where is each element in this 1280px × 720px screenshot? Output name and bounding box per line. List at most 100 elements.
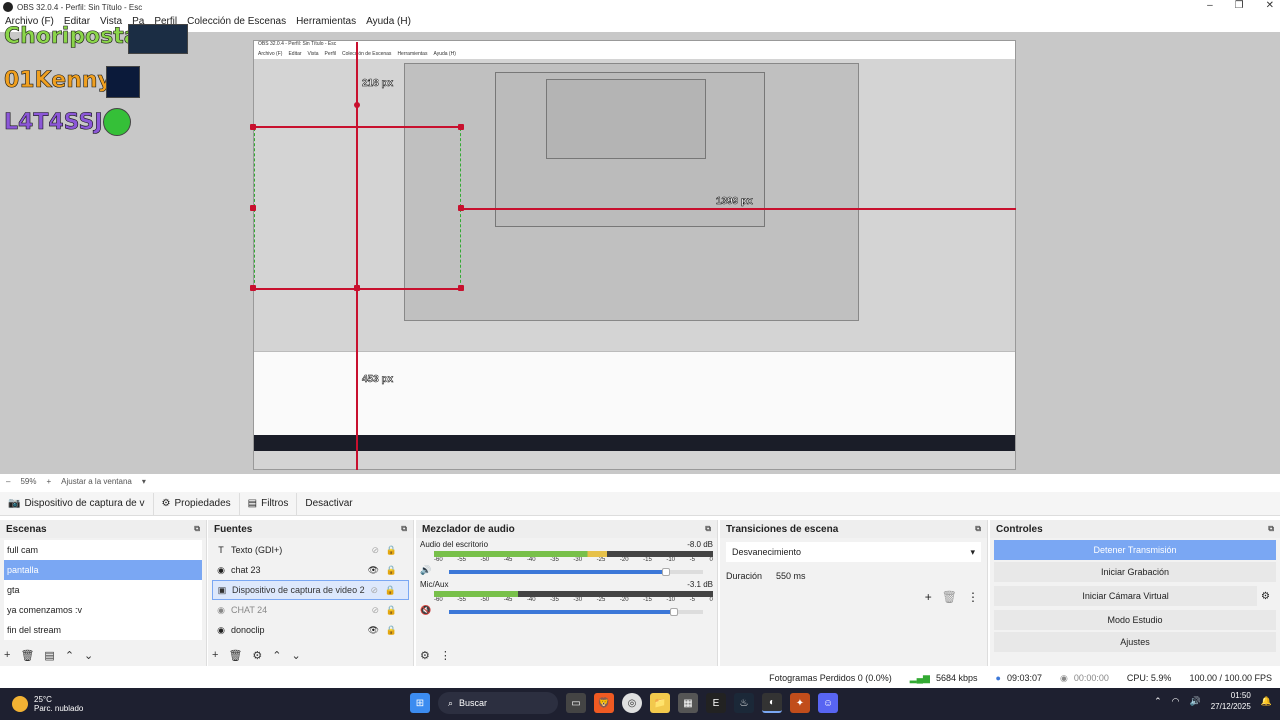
lock-icon[interactable]: 🔒 — [386, 545, 397, 556]
source-item[interactable]: ▣ Dispositivo de captura de video 2 ⊘ 🔒 — [212, 580, 409, 600]
resize-handle[interactable] — [458, 285, 464, 291]
popout-icon[interactable]: ⧉ — [401, 524, 407, 534]
resize-handle[interactable] — [458, 205, 464, 211]
mixer-settings-icon[interactable]: ⚙ — [420, 649, 430, 662]
stop-stream-button[interactable]: Detener Transmisión — [994, 540, 1276, 560]
avatar — [128, 24, 188, 54]
chrome-icon[interactable]: ◎ — [622, 693, 642, 713]
menu-tools[interactable]: Herramientas — [291, 16, 361, 32]
taskbar-search[interactable]: ⌕ Buscar — [438, 692, 558, 714]
clock[interactable]: 01:50 27/12/2025 — [1211, 690, 1251, 712]
scene-item[interactable]: ya comenzamos :v — [4, 600, 202, 620]
studio-mode-button[interactable]: Modo Estudio — [994, 610, 1276, 630]
move-up-icon[interactable]: ⌃ — [272, 649, 281, 662]
steam-icon[interactable]: ♨ — [734, 693, 754, 713]
popout-icon[interactable]: ⧉ — [975, 524, 981, 534]
eye-icon[interactable]: 👁 — [368, 625, 379, 636]
eye-icon[interactable]: 👁 — [368, 565, 379, 576]
scene-item[interactable]: pantalla — [4, 560, 202, 580]
menu-scene-collection[interactable]: Colección de Escenas — [182, 16, 291, 32]
browser-icon: ◉ — [217, 564, 225, 575]
weather-widget[interactable]: 25°C Parc. nublado — [0, 695, 83, 713]
add-icon[interactable]: + — [925, 590, 932, 604]
wifi-icon[interactable]: ◠ — [1172, 696, 1180, 707]
store-icon[interactable]: ▦ — [678, 693, 698, 713]
source-item[interactable]: ◉ donoclip 👁 🔒 — [212, 620, 409, 640]
popout-icon[interactable]: ⧉ — [1268, 524, 1274, 534]
trash-icon[interactable]: 🗑 — [942, 590, 957, 604]
move-down-icon[interactable]: ⌄ — [292, 649, 301, 662]
move-down-icon[interactable]: ⌄ — [84, 649, 93, 662]
hidden-eye-icon[interactable]: ⊘ — [371, 545, 379, 556]
settings-button[interactable]: Ajustes — [994, 632, 1276, 652]
trash-icon[interactable]: 🗑 — [20, 649, 34, 662]
fit-window-label[interactable]: Ajustar a la ventana — [61, 477, 132, 486]
chevron-up-icon[interactable]: ⌃ — [1154, 696, 1162, 707]
properties-button[interactable]: ⚙ Propiedades — [152, 492, 239, 515]
zoom-out-button[interactable]: – — [6, 477, 10, 486]
add-icon[interactable]: + — [212, 649, 218, 662]
lock-icon[interactable]: 🔒 — [386, 565, 397, 576]
obs-icon[interactable]: ◐ — [762, 693, 782, 713]
source-item[interactable]: T Texto (GDI+) ⊘ 🔒 — [212, 540, 409, 560]
zoom-dropdown-icon[interactable]: ▾ — [142, 477, 146, 486]
windows-start-icon[interactable]: ⊞ — [410, 693, 430, 713]
filters-icon[interactable]: ▤ — [44, 649, 54, 662]
volume-slider[interactable] — [449, 568, 703, 576]
more-icon[interactable]: ⋮ — [440, 649, 451, 662]
resize-handle[interactable] — [250, 205, 256, 211]
scene-item[interactable]: gta — [4, 580, 202, 600]
notification-icon[interactable]: 🔔 — [1261, 696, 1272, 707]
brave-icon[interactable]: 🦁 — [594, 693, 614, 713]
source-item[interactable]: ◉ chat 23 👁 🔒 — [212, 560, 409, 580]
epic-games-icon[interactable]: E — [706, 693, 726, 713]
maximize-button[interactable]: ❐ — [1235, 0, 1244, 11]
zoom-in-button[interactable]: + — [46, 477, 51, 486]
recursive-preview — [546, 79, 706, 159]
gear-icon[interactable]: ⚙ — [252, 649, 262, 662]
resize-handle[interactable] — [250, 124, 256, 130]
duration-field[interactable]: 550 ms — [776, 571, 806, 581]
resize-handle[interactable] — [250, 285, 256, 291]
task-view-icon[interactable]: ▭ — [566, 693, 586, 713]
resize-handle[interactable] — [458, 124, 464, 130]
file-explorer-icon[interactable]: 📁 — [650, 693, 670, 713]
scene-item[interactable]: fin del stream — [4, 620, 202, 640]
resize-handle[interactable] — [354, 285, 360, 291]
deactivate-button[interactable]: Desactivar — [296, 492, 360, 515]
muted-speaker-icon[interactable]: 🔇 — [420, 605, 431, 616]
add-icon[interactable]: + — [4, 649, 10, 662]
trash-icon[interactable]: 🗑 — [228, 649, 242, 662]
hidden-eye-icon[interactable]: ⊘ — [370, 585, 378, 596]
scene-item[interactable]: full cam — [4, 540, 202, 560]
lock-icon[interactable]: 🔒 — [386, 625, 397, 636]
preview-canvas[interactable]: Choriposta: 01Kenny: L4T4SSJ: OBS 32.0.4… — [0, 24, 1280, 474]
app-icon[interactable]: ✦ — [790, 693, 810, 713]
lock-icon[interactable]: 🔒 — [386, 605, 397, 616]
popout-icon[interactable]: ⧉ — [194, 524, 200, 534]
move-up-icon[interactable]: ⌃ — [65, 649, 74, 662]
popout-icon[interactable]: ⧉ — [705, 524, 711, 534]
embedded-title: OBS 32.0.4 - Perfil: Sin Título - Esc — [254, 41, 1015, 51]
transition-select[interactable]: Desvanecimiento ▾ — [726, 542, 981, 562]
embedded-taskbar — [254, 435, 1015, 451]
volume-slider[interactable] — [449, 608, 703, 616]
filters-button[interactable]: ▤ Filtros — [238, 492, 297, 515]
lock-icon[interactable]: 🔒 — [385, 585, 396, 596]
close-button[interactable]: ✕ — [1266, 0, 1274, 11]
obs-logo-icon — [3, 2, 13, 12]
embedded-menu-item: Vista — [307, 51, 319, 57]
resize-handle[interactable] — [354, 102, 360, 108]
more-icon[interactable]: ⋮ — [967, 590, 979, 604]
hidden-eye-icon[interactable]: ⊘ — [371, 605, 379, 616]
discord-icon[interactable]: ☺ — [818, 693, 838, 713]
volume-icon[interactable]: 🔊 — [1190, 696, 1201, 707]
start-virtual-camera-button[interactable]: Iniciar Cámara Virtual — [994, 586, 1258, 606]
speaker-icon[interactable]: 🔊 — [420, 565, 431, 576]
menu-help[interactable]: Ayuda (H) — [361, 16, 416, 32]
gear-icon[interactable]: ⚙ — [1261, 591, 1270, 602]
measure-label: 1399 px — [716, 196, 753, 208]
source-item[interactable]: ◉ CHAT 24 ⊘ 🔒 — [212, 600, 409, 620]
start-recording-button[interactable]: Iniciar Grabación — [994, 562, 1276, 582]
minimize-button[interactable]: – — [1207, 0, 1213, 11]
